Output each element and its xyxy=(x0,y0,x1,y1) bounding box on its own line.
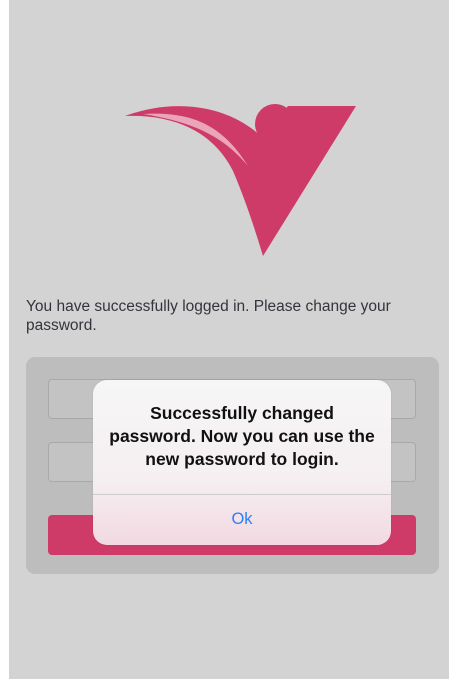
login-success-message: You have successfully logged in. Please … xyxy=(26,298,391,334)
brand-v-logo-icon xyxy=(125,104,356,256)
success-alert-dialog: Successfully changed password. Now you c… xyxy=(93,380,391,545)
ok-button[interactable]: Ok xyxy=(93,495,391,545)
app-screen: You have successfully logged in. Please … xyxy=(9,0,449,679)
alert-title: Successfully changed password. Now you c… xyxy=(109,403,375,469)
